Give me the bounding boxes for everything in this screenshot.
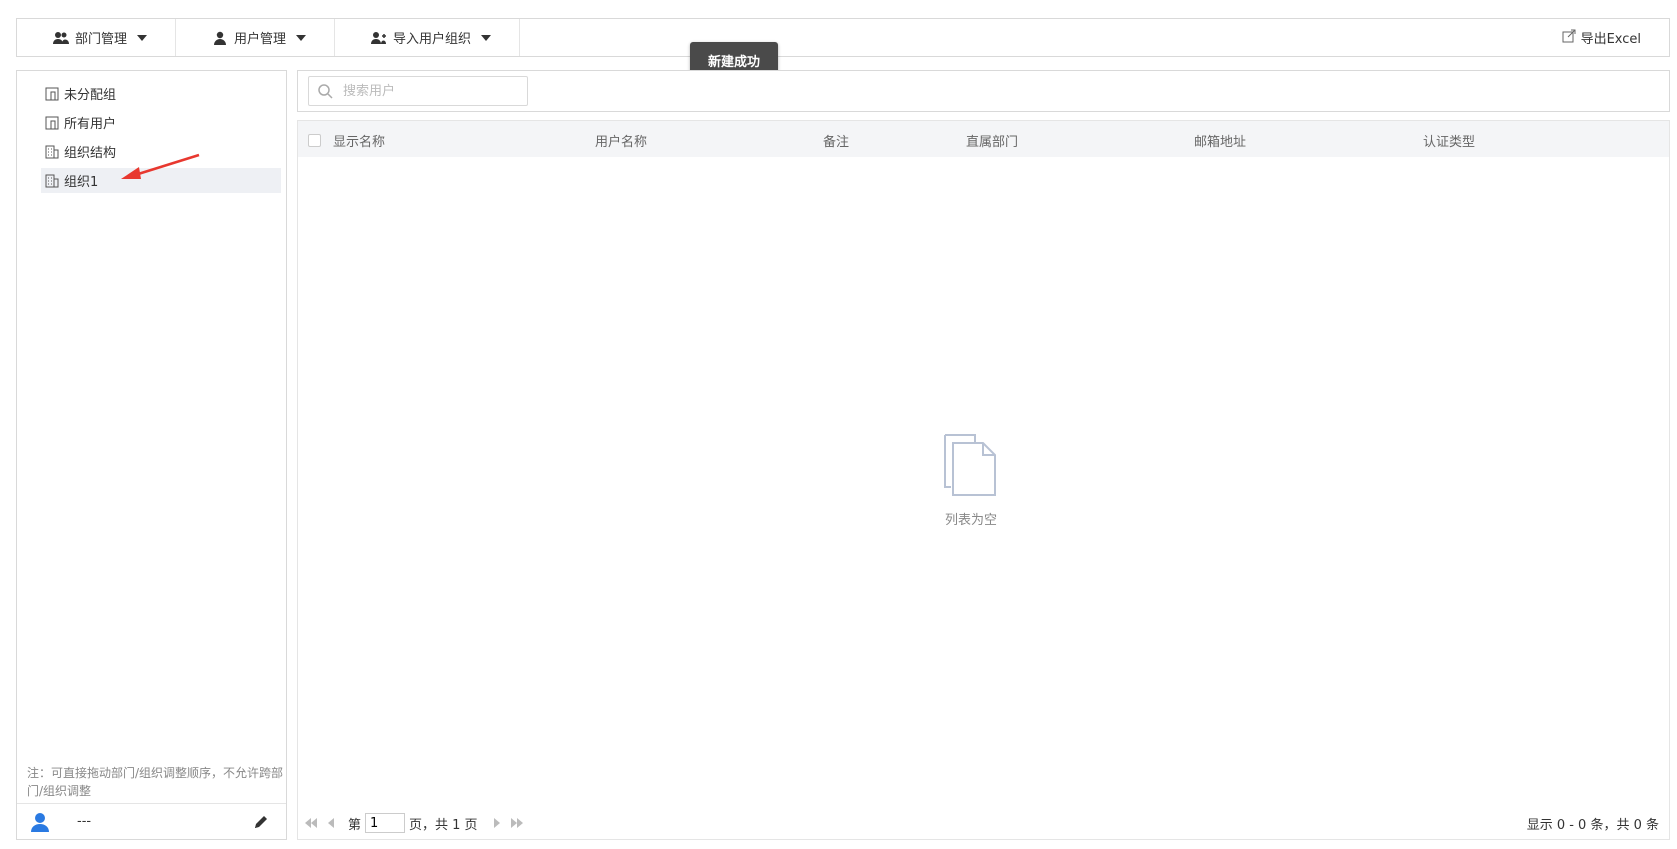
page-prefix: 第 xyxy=(348,817,362,833)
grid-header: 显示名称 用户名称 备注 直属部门 邮箱地址 认证类型 xyxy=(298,121,1669,157)
chevron-down-icon xyxy=(481,34,492,41)
tree-item-label: 组织1 xyxy=(64,175,99,190)
export-icon xyxy=(1562,29,1576,47)
next-page-icon[interactable] xyxy=(490,816,504,830)
annotation-arrow-icon xyxy=(121,153,200,179)
tree-item-all-users[interactable]: 所有用户 xyxy=(41,110,281,135)
column-header-display-name[interactable]: 显示名称 xyxy=(333,131,385,150)
group-icon xyxy=(45,87,59,101)
tree-item-label: 未分配组 xyxy=(64,88,117,103)
column-header-username[interactable]: 用户名称 xyxy=(595,131,647,150)
pagination-summary: 显示 0 - 0 条，共 0 条 xyxy=(1526,817,1659,833)
tree-note: 注：可直接拖动部门/组织调整顺序，不允许跨部门/组织调整 xyxy=(27,766,284,798)
building-icon xyxy=(45,174,59,188)
search-bar xyxy=(297,70,1670,112)
search-field xyxy=(308,76,528,106)
page-suffix: 页，共 1 页 xyxy=(409,817,478,833)
import-org-menu[interactable]: 导入用户组织 xyxy=(335,19,521,56)
export-excel-label: 导出Excel xyxy=(1580,32,1641,47)
user-manage-menu[interactable]: 用户管理 xyxy=(176,19,336,56)
prev-page-icon[interactable] xyxy=(324,816,338,830)
empty-state: 列表为空 xyxy=(931,433,1011,528)
search-input[interactable] xyxy=(341,82,525,100)
tree-item-label: 所有用户 xyxy=(64,117,117,132)
empty-document-icon xyxy=(941,433,1001,499)
current-user-name: --- xyxy=(77,814,92,829)
current-user-bar: --- xyxy=(17,803,286,839)
user-import-icon xyxy=(371,30,387,46)
export-excel-button[interactable]: 导出Excel xyxy=(1562,19,1669,56)
pencil-icon[interactable] xyxy=(252,813,270,831)
avatar xyxy=(29,811,51,833)
select-all-checkbox[interactable] xyxy=(308,134,321,147)
tree-item-label: 组织结构 xyxy=(64,146,117,161)
building-icon xyxy=(45,145,59,159)
user-manage-label: 用户管理 xyxy=(234,32,287,47)
org-tree-panel: 未分配组 所有用户 组织结构 组织1 注：可直接拖动部门/组织调整顺序，不允许跨… xyxy=(16,70,287,840)
tree-item-unassigned[interactable]: 未分配组 xyxy=(41,81,281,106)
dept-manage-menu[interactable]: 部门管理 xyxy=(17,19,177,56)
dept-manage-label: 部门管理 xyxy=(75,32,128,47)
empty-state-text: 列表为空 xyxy=(944,513,997,528)
import-org-label: 导入用户组织 xyxy=(393,32,472,47)
group-icon xyxy=(45,116,59,130)
user-icon xyxy=(212,30,228,46)
column-header-remark[interactable]: 备注 xyxy=(823,131,849,150)
page-number-input[interactable] xyxy=(365,813,406,833)
toolbar: 部门管理 用户管理 导入用户组织 导出Excel xyxy=(16,18,1670,57)
last-page-icon[interactable] xyxy=(510,816,524,830)
column-header-auth-type[interactable]: 认证类型 xyxy=(1423,131,1475,150)
chevron-down-icon xyxy=(296,34,307,41)
first-page-icon[interactable] xyxy=(304,816,318,830)
column-header-email[interactable]: 邮箱地址 xyxy=(1194,131,1246,150)
chevron-down-icon xyxy=(137,34,148,41)
column-header-department[interactable]: 直属部门 xyxy=(966,131,1018,150)
user-grid: 显示名称 用户名称 备注 直属部门 邮箱地址 认证类型 列表为空 第 页，共 1… xyxy=(297,120,1670,840)
search-icon xyxy=(317,83,333,99)
users-icon xyxy=(53,30,69,46)
pagination: 第 页，共 1 页 显示 0 - 0 条，共 0 条 xyxy=(298,807,1669,839)
